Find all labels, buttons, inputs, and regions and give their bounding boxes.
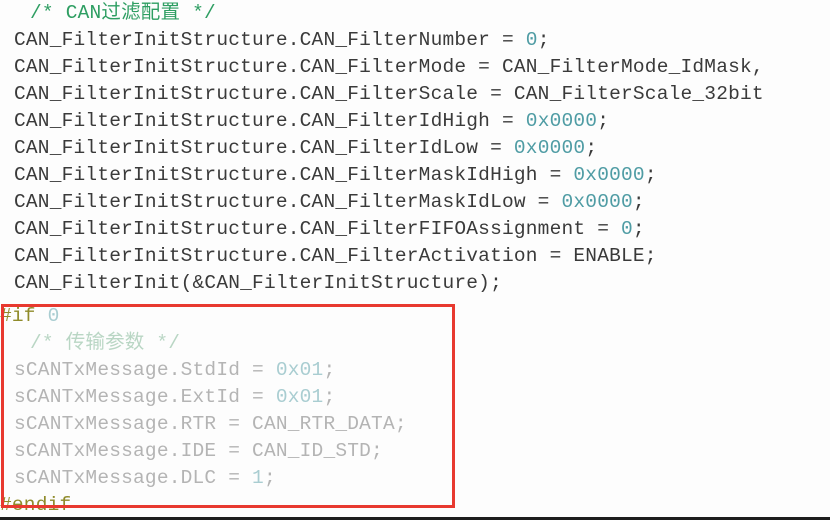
active-code-line[interactable]: CAN_FilterInitStructure.CAN_FilterFIFOAs… — [0, 216, 830, 243]
code-line-content: CAN_FilterInitStructure.CAN_FilterIdLow … — [0, 137, 597, 159]
inactive-code-line[interactable]: sCANTxMessage.RTR = CAN_RTR_DATA; — [0, 411, 830, 438]
active-code-line[interactable]: CAN_FilterInitStructure.CAN_FilterNumber… — [0, 27, 830, 54]
code-token-number: 0x0000 — [573, 164, 645, 186]
code-line-content: CAN_FilterInitStructure.CAN_FilterMaskId… — [0, 164, 657, 186]
code-token-number: 1 — [252, 467, 264, 489]
code-editor-surface[interactable]: /* CAN过滤配置 */ CAN_FilterInitStructure.CAN… — [0, 0, 830, 517]
code-token-plain: CAN_FilterInitStructure.CAN_FilterMaskId… — [14, 164, 574, 186]
code-line-content: CAN_FilterInit(&CAN_FilterInitStructure)… — [0, 272, 502, 294]
code-token-number: 0 — [47, 305, 60, 327]
code-token-plain: sCANTxMessage.StdId = — [14, 359, 276, 381]
code-line-content: sCANTxMessage.IDE = CAN_ID_STD; — [0, 440, 383, 462]
code-line-content: /* 传输参数 */ — [0, 332, 180, 354]
code-line-content: #if 0 — [0, 305, 60, 327]
code-token-plain: ; — [323, 359, 336, 381]
code-token-number: 0x01 — [275, 386, 324, 408]
active-code-line[interactable]: /* CAN过滤配置 */ — [0, 0, 830, 27]
inactive-code-line[interactable]: /* 传输参数 */ — [0, 330, 830, 357]
inactive-code-line[interactable]: #endif — [0, 492, 830, 517]
code-token-number: 0 — [525, 29, 538, 51]
code-screenshot: /* CAN过滤配置 */ CAN_FilterInitStructure.CAN… — [0, 0, 830, 520]
code-line-content: sCANTxMessage.ExtId = 0x01; — [0, 386, 335, 408]
code-line-content: CAN_FilterInitStructure.CAN_FilterScale … — [0, 83, 764, 105]
code-token-plain: ; — [323, 386, 336, 408]
code-token-plain: ; — [632, 191, 645, 213]
code-token-plain: ; — [632, 218, 645, 240]
code-token-plain: CAN_FilterInitStructure.CAN_FilterIdLow … — [14, 137, 514, 159]
active-code-line[interactable]: CAN_FilterInit(&CAN_FilterInitStructure)… — [0, 270, 830, 297]
active-code-line[interactable]: CAN_FilterInitStructure.CAN_FilterMode =… — [0, 54, 830, 81]
code-token-plain: ; — [644, 164, 657, 186]
code-token-pp: #if — [0, 305, 48, 327]
code-token-comment: /* CAN过滤配置 */ — [30, 2, 216, 24]
code-line-content: sCANTxMessage.DLC = 1; — [0, 467, 276, 489]
code-line-content: CAN_FilterInitStructure.CAN_FilterFIFOAs… — [0, 218, 645, 240]
code-token-plain: CAN_FilterInitStructure.CAN_FilterScale … — [14, 83, 764, 105]
code-token-plain: sCANTxMessage.RTR = CAN_RTR_DATA; — [14, 413, 407, 435]
code-token-plain: sCANTxMessage.DLC = — [14, 467, 253, 489]
code-token-plain: CAN_FilterInitStructure.CAN_FilterMaskId… — [14, 191, 562, 213]
code-line-content: CAN_FilterInitStructure.CAN_FilterMode =… — [0, 56, 764, 78]
code-token-number: 0 — [621, 218, 633, 240]
inactive-code-line[interactable]: #if 0 — [0, 303, 830, 330]
code-token-plain: ; — [263, 467, 276, 489]
active-code-line[interactable]: CAN_FilterInitStructure.CAN_FilterScale … — [0, 81, 830, 108]
code-line-content: CAN_FilterInitStructure.CAN_FilterMaskId… — [0, 191, 645, 213]
code-line-content: sCANTxMessage.StdId = 0x01; — [0, 359, 335, 381]
code-line-content: CAN_FilterInitStructure.CAN_FilterNumber… — [0, 29, 550, 51]
active-code-line[interactable]: CAN_FilterInitStructure.CAN_FilterIdHigh… — [0, 108, 830, 135]
code-line-content: sCANTxMessage.RTR = CAN_RTR_DATA; — [0, 413, 407, 435]
code-token-plain: ; — [597, 110, 610, 132]
code-token-plain: CAN_FilterInitStructure.CAN_FilterIdHigh… — [14, 110, 526, 132]
code-token-number: 0x01 — [275, 359, 324, 381]
active-code-line[interactable]: CAN_FilterInitStructure.CAN_FilterMaskId… — [0, 189, 830, 216]
code-token-comment: /* 传输参数 */ — [30, 332, 181, 354]
code-token-plain: sCANTxMessage.IDE = CAN_ID_STD; — [14, 440, 383, 462]
code-line-content: CAN_FilterInitStructure.CAN_FilterIdHigh… — [0, 110, 609, 132]
code-line-content: #endif — [0, 494, 71, 516]
code-token-number: 0x0000 — [525, 110, 598, 132]
code-token-plain: CAN_FilterInitStructure.CAN_FilterNumber… — [14, 29, 526, 51]
inactive-code-line[interactable]: sCANTxMessage.DLC = 1; — [0, 465, 830, 492]
active-code-line[interactable]: CAN_FilterInitStructure.CAN_FilterActiva… — [0, 243, 830, 270]
code-token-plain: ; — [585, 137, 598, 159]
code-token-pp: #endif — [0, 494, 72, 516]
code-line-content: /* CAN过滤配置 */ — [0, 2, 216, 24]
active-code-block[interactable]: /* CAN过滤配置 */ CAN_FilterInitStructure.CAN… — [0, 0, 830, 297]
code-token-number: 0x0000 — [561, 191, 633, 213]
code-token-number: 0x0000 — [513, 137, 586, 159]
code-token-plain: CAN_FilterInit(&CAN_FilterInitStructure)… — [14, 272, 502, 294]
code-token-plain: CAN_FilterInitStructure.CAN_FilterMode =… — [14, 56, 764, 78]
code-token-plain: CAN_FilterInitStructure.CAN_FilterFIFOAs… — [14, 218, 621, 240]
active-code-line[interactable]: CAN_FilterInitStructure.CAN_FilterIdLow … — [0, 135, 830, 162]
inactive-code-line[interactable]: sCANTxMessage.IDE = CAN_ID_STD; — [0, 438, 830, 465]
active-code-line[interactable]: CAN_FilterInitStructure.CAN_FilterMaskId… — [0, 162, 830, 189]
code-token-plain: CAN_FilterInitStructure.CAN_FilterActiva… — [14, 245, 657, 267]
inactive-code-line[interactable]: sCANTxMessage.StdId = 0x01; — [0, 357, 830, 384]
inactive-code-line[interactable]: sCANTxMessage.ExtId = 0x01; — [0, 384, 830, 411]
code-token-plain: ; — [537, 29, 550, 51]
code-token-plain: sCANTxMessage.ExtId = — [14, 386, 276, 408]
inactive-code-block[interactable]: #if 0 /* 传输参数 */ sCANTxMessage.StdId = 0x0… — [0, 303, 830, 517]
code-line-content: CAN_FilterInitStructure.CAN_FilterActiva… — [0, 245, 657, 267]
